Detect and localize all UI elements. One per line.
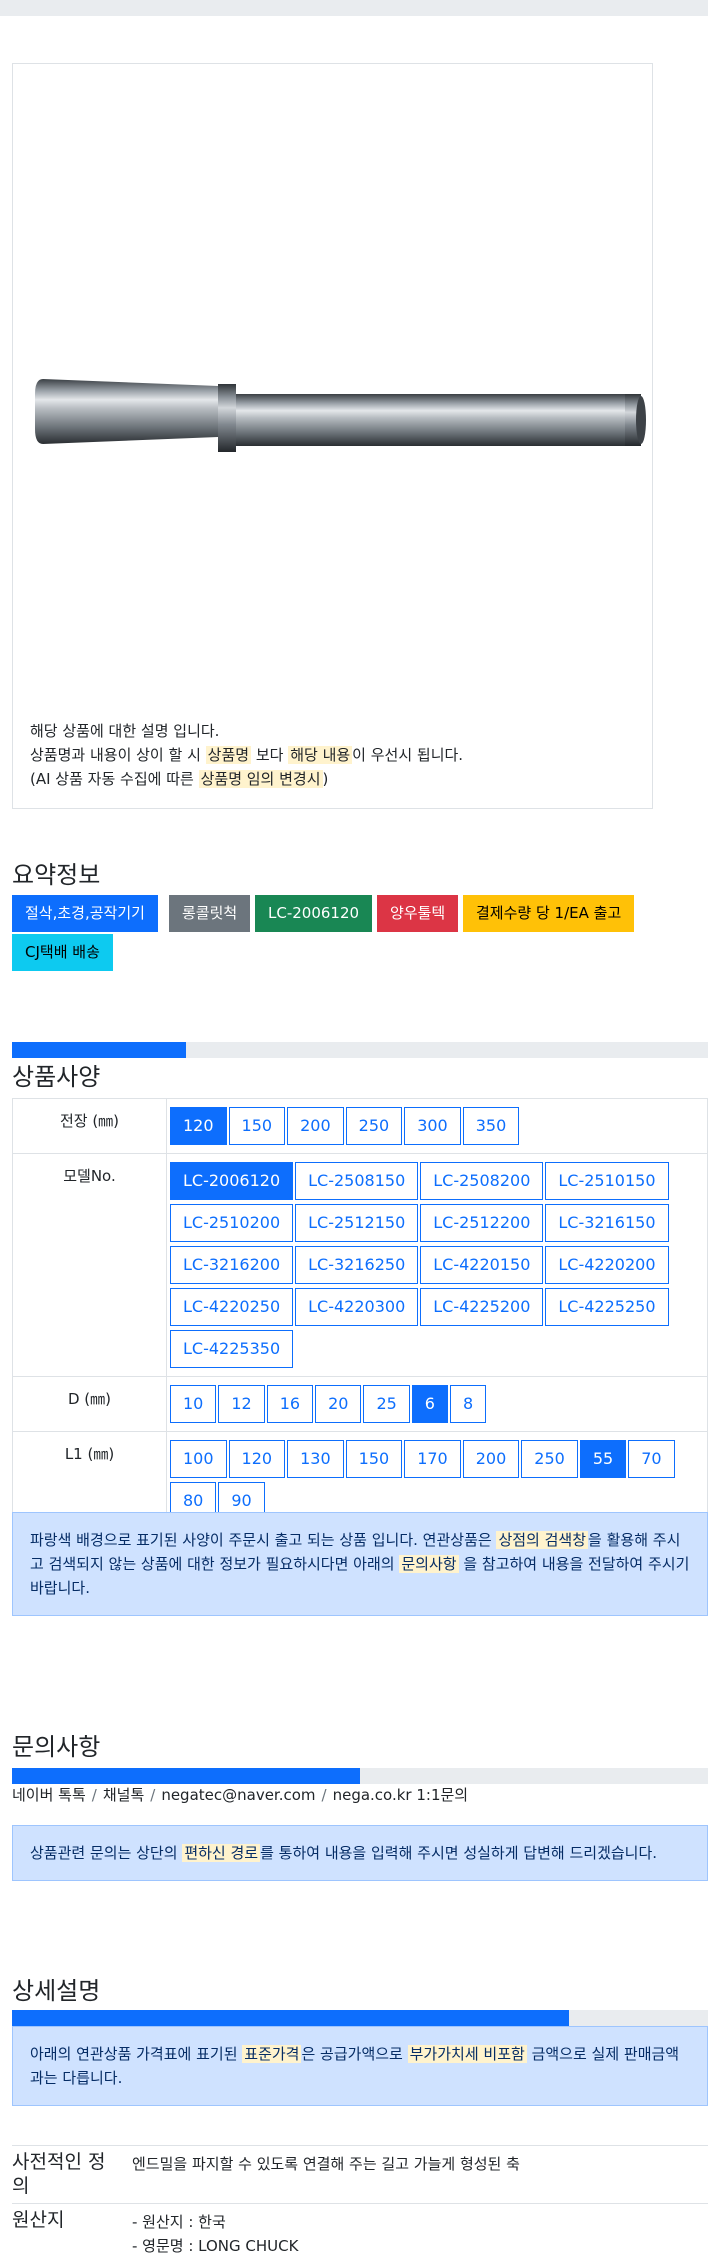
spec-option-button[interactable]: 150 (228, 1107, 286, 1145)
spec-option-button[interactable]: 25 (363, 1385, 410, 1423)
email-link[interactable]: negatec@naver.com (161, 1786, 315, 1804)
spec-option-button[interactable]: 250 (521, 1440, 578, 1478)
spec-option-button[interactable]: LC-4225350 (170, 1330, 294, 1368)
top-scroll-bar (0, 0, 708, 16)
product-image-frame: 해당 상품에 대한 설명 입니다. 상품명과 내용이 상이 할 시 상품명 보다… (12, 63, 653, 809)
highlight-vat-excluded: 부가가치세 비포함 (407, 2045, 527, 2063)
channel-talk-link[interactable]: 채널톡 (103, 1786, 144, 1804)
spec-progress (12, 1042, 708, 1058)
category-badge: 절삭,초경,공작기기 (12, 895, 158, 932)
spec-options: LC-2006120 LC-2508150 LC-2508200 LC-2510150… (166, 1153, 708, 1377)
highlight-product-name: 상품명 (205, 746, 252, 764)
spec-notice: 파랑색 배경으로 표기된 사양이 주문시 출고 되는 상품 입니다. 연관상품은… (12, 1512, 708, 1616)
separator: / (321, 1786, 327, 1804)
spec-label: 모델No. (12, 1153, 167, 1377)
origin-row: 원산지 - 원산지 : 한국 - 영문명 : LONG CHUCK (12, 2203, 708, 2253)
spec-option-button[interactable]: 16 (266, 1385, 314, 1423)
highlight-search: 상점의 검색창 (496, 1531, 589, 1549)
spec-option-button[interactable]: LC-4220200 (545, 1246, 669, 1284)
maker-badge: 양우툴텍 (377, 895, 459, 932)
definition-term: 사전적인 정의 (12, 2151, 106, 2197)
spec-option-button[interactable]: LC-2510150 (545, 1162, 669, 1200)
spec-option-button[interactable]: 6 (411, 1385, 448, 1423)
spec-option-button[interactable]: 300 (404, 1107, 461, 1145)
highlight-content: 해당 내용 (288, 746, 353, 764)
site-inquiry-link[interactable]: nega.co.kr 1:1문의 (333, 1786, 469, 1804)
spec-option-button[interactable]: LC-2006120 (170, 1162, 294, 1200)
spec-options: 120 150 200 250 300 350 (166, 1098, 708, 1154)
spec-option-button[interactable]: 130 (287, 1440, 344, 1478)
spec-option-button[interactable]: 250 (345, 1107, 403, 1145)
spec-option-button[interactable]: LC-2508200 (420, 1162, 544, 1200)
image-description: 해당 상품에 대한 설명 입니다. 상품명과 내용이 상이 할 시 상품명 보다… (30, 719, 463, 791)
spec-option-button[interactable]: LC-2512150 (295, 1204, 419, 1242)
spec-option-button[interactable]: 55 (579, 1440, 627, 1478)
definition-desc: 엔드밀을 파지할 수 있도록 연결해 주는 길고 가늘게 형성된 축 (132, 2155, 520, 2173)
highlight-name-change: 상품명 임의 변경시 (198, 770, 323, 788)
type-badge: 롱콜릿척 (169, 895, 251, 932)
detail-title: 상세설명 (12, 1977, 101, 2005)
spec-option-button[interactable]: 20 (315, 1385, 362, 1423)
detail-progress-fill (12, 2010, 569, 2026)
spec-option-button[interactable]: 70 (628, 1440, 675, 1478)
spec-option-button[interactable]: LC-4220250 (170, 1288, 294, 1326)
separator: / (150, 1786, 156, 1804)
quantity-badge: 결제수량 당 1/EA 출고 (463, 895, 635, 932)
image-note-line-2: 상품명과 내용이 상이 할 시 상품명 보다 해당 내용 이 우선시 됩니다. (30, 746, 464, 764)
inquiry-progress-fill (12, 1768, 360, 1784)
naver-talk-link[interactable]: 네이버 톡톡 (12, 1786, 86, 1804)
spec-option-button[interactable]: 8 (449, 1385, 487, 1423)
separator: / (91, 1786, 97, 1804)
inquiry-progress (12, 1768, 708, 1784)
origin-english-name: - 영문명 : LONG CHUCK (132, 2237, 299, 2253)
origin-term: 원산지 (12, 2209, 65, 2231)
highlight-inquiry: 문의사항 (399, 1555, 459, 1573)
spec-option-button[interactable]: LC-3216150 (545, 1204, 669, 1242)
spec-option-button[interactable]: LC-2512200 (420, 1204, 544, 1242)
spec-option-button[interactable]: LC-4220150 (420, 1246, 544, 1284)
spec-option-button[interactable]: 350 (462, 1107, 520, 1145)
product-image-collet-chuck (35, 379, 646, 452)
image-note-line-3: (AI 상품 자동 수집에 따른 상품명 임의 변경시) (30, 770, 329, 788)
spec-option-button[interactable]: 200 (462, 1440, 520, 1478)
highlight-route: 편하신 경로 (182, 1844, 261, 1862)
spec-progress-fill (12, 1042, 186, 1058)
highlight-standard-price: 표준가격 (242, 2045, 302, 2063)
detail-progress (12, 2010, 708, 2026)
spec-option-button[interactable]: LC-2508150 (295, 1162, 419, 1200)
image-note-line-1: 해당 상품에 대한 설명 입니다. (30, 722, 220, 740)
spec-option-button[interactable]: LC-4225200 (420, 1288, 544, 1326)
shipping-badge: CJ택배 배송 (12, 934, 113, 971)
spec-option-button[interactable]: LC-3216200 (170, 1246, 294, 1284)
spec-options: 10 12 16 20 25 6 8 (166, 1376, 708, 1432)
spec-option-button[interactable]: 120 (228, 1440, 286, 1478)
spec-option-button[interactable]: LC-3216250 (295, 1246, 419, 1284)
spec-option-button[interactable]: LC-4220300 (295, 1288, 419, 1326)
spec-option-button[interactable]: 120 (170, 1107, 227, 1145)
spec-row-length: 전장 (㎜) 120 150 200 250 300 350 (12, 1098, 708, 1154)
spec-option-button[interactable]: 12 (218, 1385, 265, 1423)
definition-row: 사전적인 정의 엔드밀을 파지할 수 있도록 연결해 주는 길고 가늘게 형성된… (12, 2145, 708, 2203)
summary-title: 요약정보 (12, 861, 101, 889)
spec-option-button[interactable]: 100 (170, 1440, 227, 1478)
origin-country: - 원산지 : 한국 (132, 2213, 226, 2231)
model-badge: LC-2006120 (255, 895, 373, 932)
spec-option-button[interactable]: 150 (345, 1440, 403, 1478)
contact-links: 네이버 톡톡 / 채널톡 / negatec@naver.com / nega.co.kr … (12, 1784, 468, 1805)
origin-desc: - 원산지 : 한국 - 영문명 : LONG CHUCK (132, 2210, 298, 2253)
inquiry-title: 문의사항 (12, 1733, 101, 1761)
detail-notice: 아래의 연관상품 가격표에 표기된 표준가격 은 공급가액으로 부가가치세 비포함… (12, 2026, 708, 2106)
spec-option-button[interactable]: LC-4225250 (545, 1288, 669, 1326)
spec-label: 전장 (㎜) (12, 1098, 167, 1154)
spec-option-button[interactable]: 170 (404, 1440, 461, 1478)
spec-title: 상품사양 (12, 1063, 101, 1091)
spec-option-button[interactable]: 10 (170, 1385, 217, 1423)
spec-label: D (㎜) (12, 1376, 167, 1432)
spec-option-button[interactable]: LC-2510200 (170, 1204, 294, 1242)
spec-row-diameter: D (㎜) 10 12 16 20 25 6 8 (12, 1376, 708, 1432)
inquiry-notice: 상품관련 문의는 상단의 편하신 경로 를 통하여 내용을 입력해 주시면 성실하… (12, 1825, 708, 1881)
spec-option-button[interactable]: 200 (287, 1107, 344, 1145)
spec-table: 전장 (㎜) 120 150 200 250 300 350 모델No. LC-20061… (12, 1098, 708, 1529)
spec-row-model: 모델No. LC-2006120 LC-2508150 LC-2508200 LC-2… (12, 1153, 708, 1377)
